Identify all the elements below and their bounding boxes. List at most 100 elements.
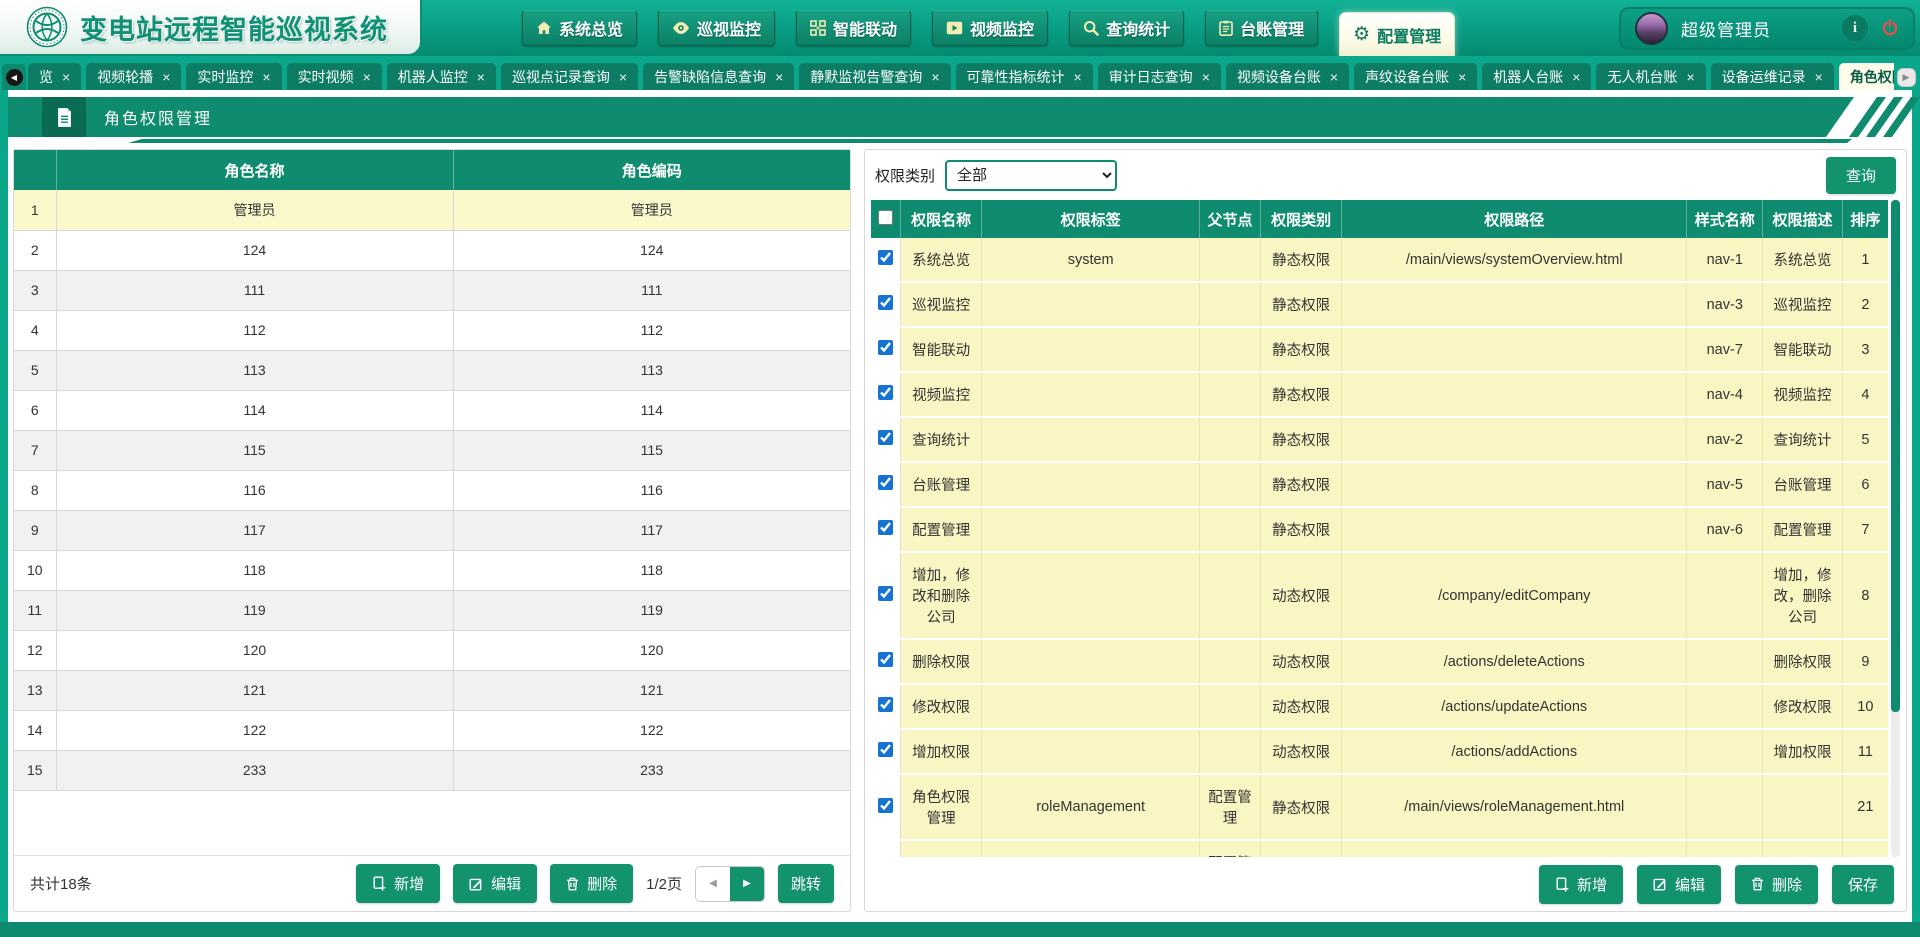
close-icon[interactable]: ×	[162, 70, 170, 84]
role-row[interactable]: 9117117	[14, 510, 850, 550]
role-row[interactable]: 7115115	[14, 430, 850, 470]
row-checkbox[interactable]	[878, 430, 893, 445]
tab-13[interactable]: 无人机台账×	[1596, 63, 1705, 90]
role-row[interactable]: 3111111	[14, 270, 850, 310]
close-icon[interactable]: ×	[1815, 70, 1823, 84]
prev-page-button[interactable]: ◀	[696, 867, 730, 901]
permission-row[interactable]: 系统总览system静态权限/main/views/systemOverview…	[871, 238, 1888, 282]
nav-smart-linkage[interactable]: 智能联动	[796, 10, 911, 46]
role-row[interactable]: 10118118	[14, 550, 850, 590]
row-checkbox[interactable]	[878, 295, 893, 310]
perm-delete-button[interactable]: 删除	[1735, 865, 1818, 904]
row-checkbox[interactable]	[878, 250, 893, 265]
perm-name: 台账管理	[900, 462, 981, 507]
tab-10[interactable]: 视频设备台账×	[1226, 63, 1349, 90]
role-row[interactable]: 13121121	[14, 670, 850, 710]
permission-row[interactable]: 删除权限动态权限/actions/deleteActions删除权限9	[871, 639, 1888, 684]
nav-inspection-monitor[interactable]: 巡视监控	[658, 10, 775, 46]
role-row[interactable]: 5113113	[14, 350, 850, 390]
permission-row[interactable]: 用户管理userManagement配置管理静态权限/main/views/us…	[871, 840, 1888, 857]
role-row[interactable]: 6114114	[14, 390, 850, 430]
permission-row[interactable]: 智能联动静态权限nav-7智能联动3	[871, 327, 1888, 372]
perm-add-button[interactable]: 新增	[1539, 865, 1623, 904]
tab-1[interactable]: 视频轮播×	[86, 63, 181, 90]
roles-add-button[interactable]: 新增	[356, 864, 440, 903]
select-all-checkbox[interactable]	[878, 210, 893, 225]
tab-scroll-left-button[interactable]: ◀	[2, 64, 26, 90]
tab-12[interactable]: 机器人台账×	[1482, 63, 1591, 90]
roles-edit-button[interactable]: 编辑	[453, 864, 537, 903]
tab-14[interactable]: 设备运维记录×	[1711, 63, 1834, 90]
nav-video-monitor[interactable]: 视频监控	[932, 10, 1048, 46]
perm-edit-button[interactable]: 编辑	[1637, 865, 1721, 904]
row-checkbox[interactable]	[878, 340, 893, 355]
role-row[interactable]: 2124124	[14, 230, 850, 270]
close-icon[interactable]: ×	[262, 70, 270, 84]
tab-scroll-right-button[interactable]: ▶	[1894, 64, 1918, 90]
permission-row[interactable]: 视频监控静态权限nav-4视频监控4	[871, 372, 1888, 417]
tab-8[interactable]: 可靠性指标统计×	[956, 63, 1093, 90]
scrollbar-thumb[interactable]	[1891, 200, 1900, 712]
permission-row[interactable]: 巡视监控静态权限nav-3巡视监控2	[871, 282, 1888, 327]
close-icon[interactable]: ×	[62, 70, 70, 84]
permission-row[interactable]: 台账管理静态权限nav-5台账管理6	[871, 462, 1888, 507]
permission-row[interactable]: 修改权限动态权限/actions/updateActions修改权限10	[871, 684, 1888, 729]
logout-power-icon[interactable]	[1881, 19, 1899, 37]
roles-delete-button[interactable]: 删除	[550, 864, 633, 903]
role-row[interactable]: 14122122	[14, 710, 850, 750]
permission-row[interactable]: 角色权限管理roleManagement配置管理静态权限/main/views/…	[871, 774, 1888, 840]
permission-row[interactable]: 增加，修改和删除公司动态权限/company/editCompany增加，修改，…	[871, 552, 1888, 639]
close-icon[interactable]: ×	[1074, 70, 1082, 84]
row-checkbox[interactable]	[878, 475, 893, 490]
permission-row[interactable]: 查询统计静态权限nav-2查询统计5	[871, 417, 1888, 462]
perm-parent	[1199, 552, 1260, 639]
vertical-scrollbar[interactable]	[1891, 200, 1900, 857]
perm-save-button[interactable]: 保存	[1832, 865, 1894, 904]
tab-4[interactable]: 机器人监控×	[387, 63, 496, 90]
role-row[interactable]: 4112112	[14, 310, 850, 350]
row-checkbox[interactable]	[878, 586, 893, 601]
close-icon[interactable]: ×	[775, 70, 783, 84]
close-icon[interactable]: ×	[1572, 70, 1580, 84]
tab-0[interactable]: 览×	[28, 63, 81, 90]
close-icon[interactable]: ×	[1202, 70, 1210, 84]
close-icon[interactable]: ×	[1458, 70, 1466, 84]
info-icon[interactable]: i	[1842, 15, 1868, 41]
nav-ledger-management[interactable]: 台账管理	[1205, 10, 1318, 46]
nav-system-overview[interactable]: 系统总览	[522, 10, 637, 46]
permission-row[interactable]: 配置管理静态权限nav-6配置管理7	[871, 507, 1888, 552]
close-icon[interactable]: ×	[1686, 70, 1694, 84]
row-checkbox[interactable]	[878, 697, 893, 712]
next-page-button[interactable]: ▶	[730, 867, 764, 901]
close-icon[interactable]: ×	[619, 70, 627, 84]
row-checkbox[interactable]	[878, 798, 893, 813]
tab-15[interactable]: 角色权限管理×	[1839, 63, 1894, 90]
nav-query-statistics[interactable]: 查询统计	[1069, 10, 1184, 46]
tab-3[interactable]: 实时视频×	[287, 63, 382, 90]
tab-7[interactable]: 静默监视告警查询×	[799, 63, 950, 90]
permission-row[interactable]: 增加权限动态权限/actions/addActions增加权限11	[871, 729, 1888, 774]
role-row[interactable]: 12120120	[14, 630, 850, 670]
row-checkbox[interactable]	[878, 742, 893, 757]
user-panel[interactable]: 超级管理员 i	[1619, 7, 1915, 50]
tab-2[interactable]: 实时监控×	[186, 63, 281, 90]
close-icon[interactable]: ×	[931, 70, 939, 84]
row-checkbox[interactable]	[878, 520, 893, 535]
role-row[interactable]: 11119119	[14, 590, 850, 630]
role-row[interactable]: 15233233	[14, 750, 850, 790]
close-icon[interactable]: ×	[1330, 70, 1338, 84]
role-row[interactable]: 8116116	[14, 470, 850, 510]
row-checkbox[interactable]	[878, 652, 893, 667]
tab-6[interactable]: 告警缺陷信息查询×	[643, 63, 794, 90]
search-button[interactable]: 查询	[1826, 157, 1896, 194]
row-checkbox[interactable]	[878, 385, 893, 400]
tab-5[interactable]: 巡视点记录查询×	[501, 63, 638, 90]
close-icon[interactable]: ×	[477, 70, 485, 84]
jump-button[interactable]: 跳转	[778, 864, 834, 903]
tab-11[interactable]: 声纹设备台账×	[1354, 63, 1477, 90]
permission-type-select[interactable]: 全部	[945, 160, 1117, 191]
tab-9[interactable]: 审计日志查询×	[1098, 63, 1221, 90]
nav-config-management[interactable]: ⚙配置管理	[1339, 12, 1455, 56]
close-icon[interactable]: ×	[363, 70, 371, 84]
role-row[interactable]: 1管理员管理员	[14, 190, 850, 230]
